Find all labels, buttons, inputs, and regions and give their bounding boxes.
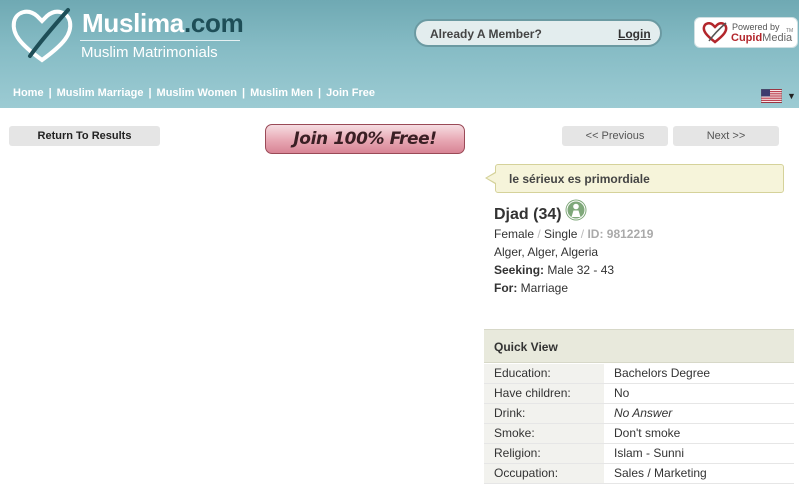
- chevron-down-icon[interactable]: ▼: [787, 91, 796, 101]
- profile-seeking: Seeking: Male 32 - 43: [494, 263, 614, 277]
- table-row: Religion: Islam - Sunni: [484, 444, 794, 464]
- table-row: Drink: No Answer: [484, 404, 794, 424]
- profile-tagline: le sérieux es primordiale: [509, 172, 650, 186]
- tagline-bubble: le sérieux es primordiale: [495, 164, 784, 193]
- seeking-label: Seeking:: [494, 263, 545, 277]
- nav-muslim-women[interactable]: Muslim Women: [157, 87, 237, 99]
- row-label: Religion:: [484, 444, 604, 463]
- row-value: No Answer: [614, 406, 673, 420]
- row-label: Smoke:: [484, 424, 604, 443]
- table-row: Education: Bachelors Degree: [484, 364, 794, 384]
- logo-divider: [80, 40, 240, 41]
- cupid-media-name: CupidMedia: [731, 32, 792, 44]
- profile-marital-status: Single: [544, 227, 578, 241]
- quick-view-table: Education: Bachelors Degree Have childre…: [484, 364, 794, 484]
- tagline-tail-fill: [487, 173, 496, 183]
- nav-muslim-marriage[interactable]: Muslim Marriage: [57, 87, 144, 99]
- return-to-results-button[interactable]: Return To Results: [9, 126, 160, 146]
- row-label: Occupation:: [484, 464, 604, 483]
- login-link[interactable]: Login: [618, 27, 651, 41]
- logo-title[interactable]: Muslima.com: [82, 8, 244, 39]
- seeking-value: Male 32 - 43: [547, 263, 615, 277]
- powered-by-text: Powered by: [732, 22, 780, 32]
- logo-name: Muslima: [82, 8, 184, 38]
- cupid-media-badge[interactable]: Powered by CupidMedia TM: [694, 17, 798, 48]
- profile-for: For: Marriage: [494, 281, 568, 295]
- for-label: For:: [494, 281, 518, 295]
- trademark-mark: TM: [786, 28, 794, 34]
- profile-gender-status: Female / Single / ID: 9812219: [494, 227, 653, 241]
- logo-domain: .com: [183, 8, 244, 38]
- nav-muslim-men[interactable]: Muslim Men: [250, 87, 313, 99]
- nav-join-free[interactable]: Join Free: [326, 87, 375, 99]
- row-value: Bachelors Degree: [614, 366, 711, 380]
- info-separator: /: [537, 227, 541, 241]
- logo-subtitle: Muslim Matrimonials: [81, 44, 218, 61]
- row-label: Education:: [484, 364, 604, 383]
- quick-view-title: Quick View: [494, 340, 558, 354]
- nav-separator: |: [318, 87, 322, 99]
- previous-button[interactable]: << Previous: [562, 126, 668, 146]
- profile-gender: Female: [494, 227, 535, 241]
- nav-separator: |: [148, 87, 152, 99]
- table-row: Smoke: Don't smoke: [484, 424, 794, 444]
- cupid-heart-icon: [702, 22, 728, 44]
- profile-id: ID: 9812219: [587, 227, 654, 241]
- for-value: Marriage: [520, 281, 569, 295]
- nav-separator: |: [48, 87, 52, 99]
- quick-view-header: Quick View: [484, 329, 794, 363]
- table-row: Have children: No: [484, 384, 794, 404]
- member-prompt: Already A Member?: [430, 27, 542, 41]
- table-row: Occupation: Sales / Marketing: [484, 464, 794, 484]
- row-label: Have children:: [484, 384, 604, 403]
- row-value: Sales / Marketing: [614, 466, 707, 480]
- next-button[interactable]: Next >>: [673, 126, 779, 146]
- nav-separator: |: [242, 87, 246, 99]
- nav-home[interactable]: Home: [13, 87, 44, 99]
- profile-location: Alger, Alger, Algeria: [494, 245, 599, 259]
- member-login-box: Already A Member? Login: [414, 19, 662, 47]
- row-value: Don't smoke: [614, 426, 681, 440]
- cupid-name-part: Cupid: [731, 32, 763, 44]
- join-free-button[interactable]: Join 100% Free!: [265, 124, 465, 154]
- info-separator: /: [580, 227, 585, 241]
- heart-logo-icon[interactable]: [10, 6, 74, 64]
- row-value: Islam - Sunni: [614, 446, 685, 460]
- main-nav: Home | Muslim Marriage | Muslim Women | Muslim…: [13, 87, 375, 99]
- site-header: Muslima.com Muslim Matrimonials Already …: [0, 0, 799, 108]
- us-flag-icon[interactable]: [761, 89, 782, 103]
- female-avatar-icon: [565, 199, 587, 221]
- row-value: No: [614, 386, 630, 400]
- profile-name-age: Djad (34): [494, 206, 562, 223]
- row-label: Drink:: [484, 404, 604, 423]
